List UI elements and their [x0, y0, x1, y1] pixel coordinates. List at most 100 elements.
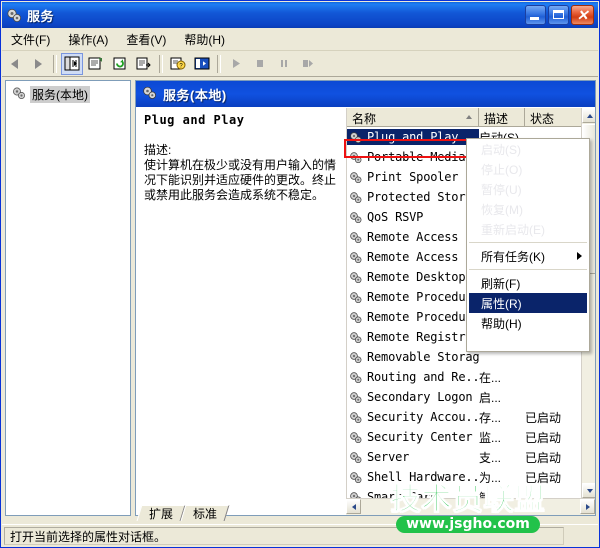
properties-icon[interactable] — [85, 53, 107, 75]
column-header-description[interactable]: 描述 — [479, 108, 525, 126]
sort-ascending-icon — [466, 115, 472, 119]
help-icon[interactable]: ? — [167, 53, 189, 75]
table-row[interactable]: Security Center 监... 已启动 — [347, 427, 595, 447]
service-name-label: Secondary Logon — [367, 390, 473, 404]
close-button[interactable]: ✕ — [571, 5, 594, 25]
service-name-label: Remote Procedu... — [367, 310, 479, 324]
service-name-cell: Security Center — [347, 429, 479, 445]
table-row[interactable]: Security Accou... 存... 已启动 — [347, 407, 595, 427]
table-row[interactable]: Server 支... 已启动 — [347, 447, 595, 467]
service-name-label: Remote Registry — [367, 330, 473, 344]
service-name-label: Routing and Re... — [367, 370, 479, 384]
service-name-cell: Removable Storage — [347, 349, 479, 365]
service-name-cell: Server — [347, 449, 479, 465]
description-text: 使计算机在极少或没有用户输入的情况下能识别并适应硬件的更改。终止或禁用此服务会造… — [144, 158, 337, 202]
column-header-name[interactable]: 名称 — [347, 108, 479, 126]
menu-item-label: 所有任务(K) — [481, 249, 545, 264]
service-gear-icon — [349, 151, 364, 164]
service-name-cell: Secondary Logon — [347, 389, 479, 405]
service-name-label: QoS RSVP — [367, 210, 424, 224]
refresh-icon[interactable] — [109, 53, 131, 75]
back-icon[interactable] — [3, 53, 25, 75]
service-gear-icon — [349, 491, 364, 498]
service-gear-icon — [349, 411, 364, 424]
menu-item-label: 重新启动(E) — [481, 222, 545, 237]
table-row[interactable]: Secondary Logon 启... — [347, 387, 595, 407]
service-name-cell: Remote Access ... — [347, 229, 479, 245]
start-service-icon[interactable] — [225, 53, 247, 75]
ctx-all-tasks[interactable]: 所有任务(K) — [467, 246, 589, 266]
service-name-label: Plug and Play — [367, 130, 459, 144]
table-row[interactable]: Shell Hardware... 为... 已启动 — [347, 467, 595, 487]
service-description-cell: 启... — [479, 390, 502, 405]
service-name-label: Print Spooler — [367, 170, 459, 184]
service-name-cell: Remote Procedu... — [347, 309, 479, 325]
description-label: 描述: — [144, 143, 172, 157]
service-name-cell: Remote Desktop... — [347, 269, 479, 285]
services-list-header: 名称 描述 状态 — [347, 108, 595, 127]
service-name-label: Remote Access ... — [367, 250, 479, 264]
view-tabs: 扩展 标准 — [135, 505, 596, 522]
ctx-refresh[interactable]: 刷新(F) — [467, 273, 589, 293]
column-header-status[interactable]: 状态 — [525, 108, 582, 126]
ctx-properties[interactable]: 属性(R) — [469, 293, 587, 313]
minimize-button[interactable] — [525, 5, 546, 25]
menu-help[interactable]: 帮助(H) — [175, 29, 234, 50]
menu-item-label: 暂停(U) — [481, 182, 522, 197]
service-name-label: Remote Access ... — [367, 230, 479, 244]
status-bar-text: 打开当前选择的属性对话框。 — [4, 526, 564, 545]
forward-icon[interactable] — [27, 53, 49, 75]
toolbar-separator-2 — [159, 54, 163, 73]
service-gear-icon — [349, 391, 364, 404]
menu-bar: 文件(F) 操作(A) 查看(V) 帮助(H) — [2, 28, 598, 51]
menu-action[interactable]: 操作(A) — [59, 29, 117, 50]
menu-item-label: 启动(S) — [481, 142, 521, 157]
table-row[interactable]: Smart Card 管... — [347, 487, 595, 498]
service-name-cell: Routing and Re... — [347, 369, 479, 385]
service-gear-icon — [349, 451, 364, 464]
service-name-cell: QoS RSVP — [347, 209, 479, 225]
service-gear-icon — [349, 291, 364, 304]
tab-standard[interactable]: 标准 — [180, 505, 230, 521]
export-list-icon[interactable] — [133, 53, 155, 75]
ctx-start: 启动(S) — [467, 139, 589, 159]
toolbar-separator-3 — [217, 54, 221, 73]
service-gear-icon — [349, 351, 364, 364]
scroll-down-button[interactable] — [582, 483, 595, 498]
selected-service-name: Plug and Play — [144, 113, 245, 127]
menu-item-label: 刷新(F) — [481, 276, 521, 291]
table-row[interactable]: Routing and Re... 在... — [347, 367, 595, 387]
service-name-label: Removable Storage — [367, 350, 479, 364]
service-status-cell: 已启动 — [525, 450, 562, 465]
service-name-cell: Plug and Play — [347, 129, 479, 145]
service-description-cell: 支... — [479, 450, 502, 465]
window-titlebar: 服务 ✕ — [2, 2, 598, 28]
window-title: 服务 — [27, 8, 55, 24]
ctx-restart: 重新启动(E) — [467, 219, 589, 239]
service-status-cell: 已启动 — [525, 470, 562, 485]
service-name-label: Smart Card — [367, 490, 438, 498]
show-tree-icon[interactable] — [61, 52, 83, 75]
service-detail-block: Plug and Play 描述: 使计算机在极少或没有用户输入的情况下能识别并… — [144, 113, 344, 203]
service-gear-icon — [349, 431, 364, 444]
ctx-help[interactable]: 帮助(H) — [467, 313, 589, 333]
menu-view[interactable]: 查看(V) — [117, 29, 175, 50]
context-menu: 启动(S) 停止(O) 暂停(U) 恢复(M) 重新启动(E) 所有任务(K) 刷新(F) 属… — [466, 138, 590, 352]
service-description-cell: 存... — [479, 410, 502, 425]
service-gear-icon — [349, 171, 364, 184]
service-name-label: Shell Hardware... — [367, 470, 479, 484]
tree-item-services-local[interactable]: 服务(本地) — [12, 86, 130, 103]
toolbar-separator-1 — [53, 54, 57, 73]
menu-file[interactable]: 文件(F) — [2, 29, 59, 50]
scroll-up-button[interactable] — [582, 108, 595, 123]
service-description-cell: 在... — [479, 370, 502, 385]
restart-service-icon[interactable] — [297, 53, 319, 75]
console-icon[interactable] — [191, 53, 213, 75]
stop-service-icon[interactable] — [249, 53, 271, 75]
service-name-label: Security Center — [367, 430, 473, 444]
ctx-pause: 暂停(U) — [467, 179, 589, 199]
service-name-cell: Remote Registry — [347, 329, 479, 345]
pause-service-icon[interactable] — [273, 53, 295, 75]
tab-extended[interactable]: 扩展 — [136, 505, 186, 521]
maximize-button[interactable] — [548, 5, 569, 25]
